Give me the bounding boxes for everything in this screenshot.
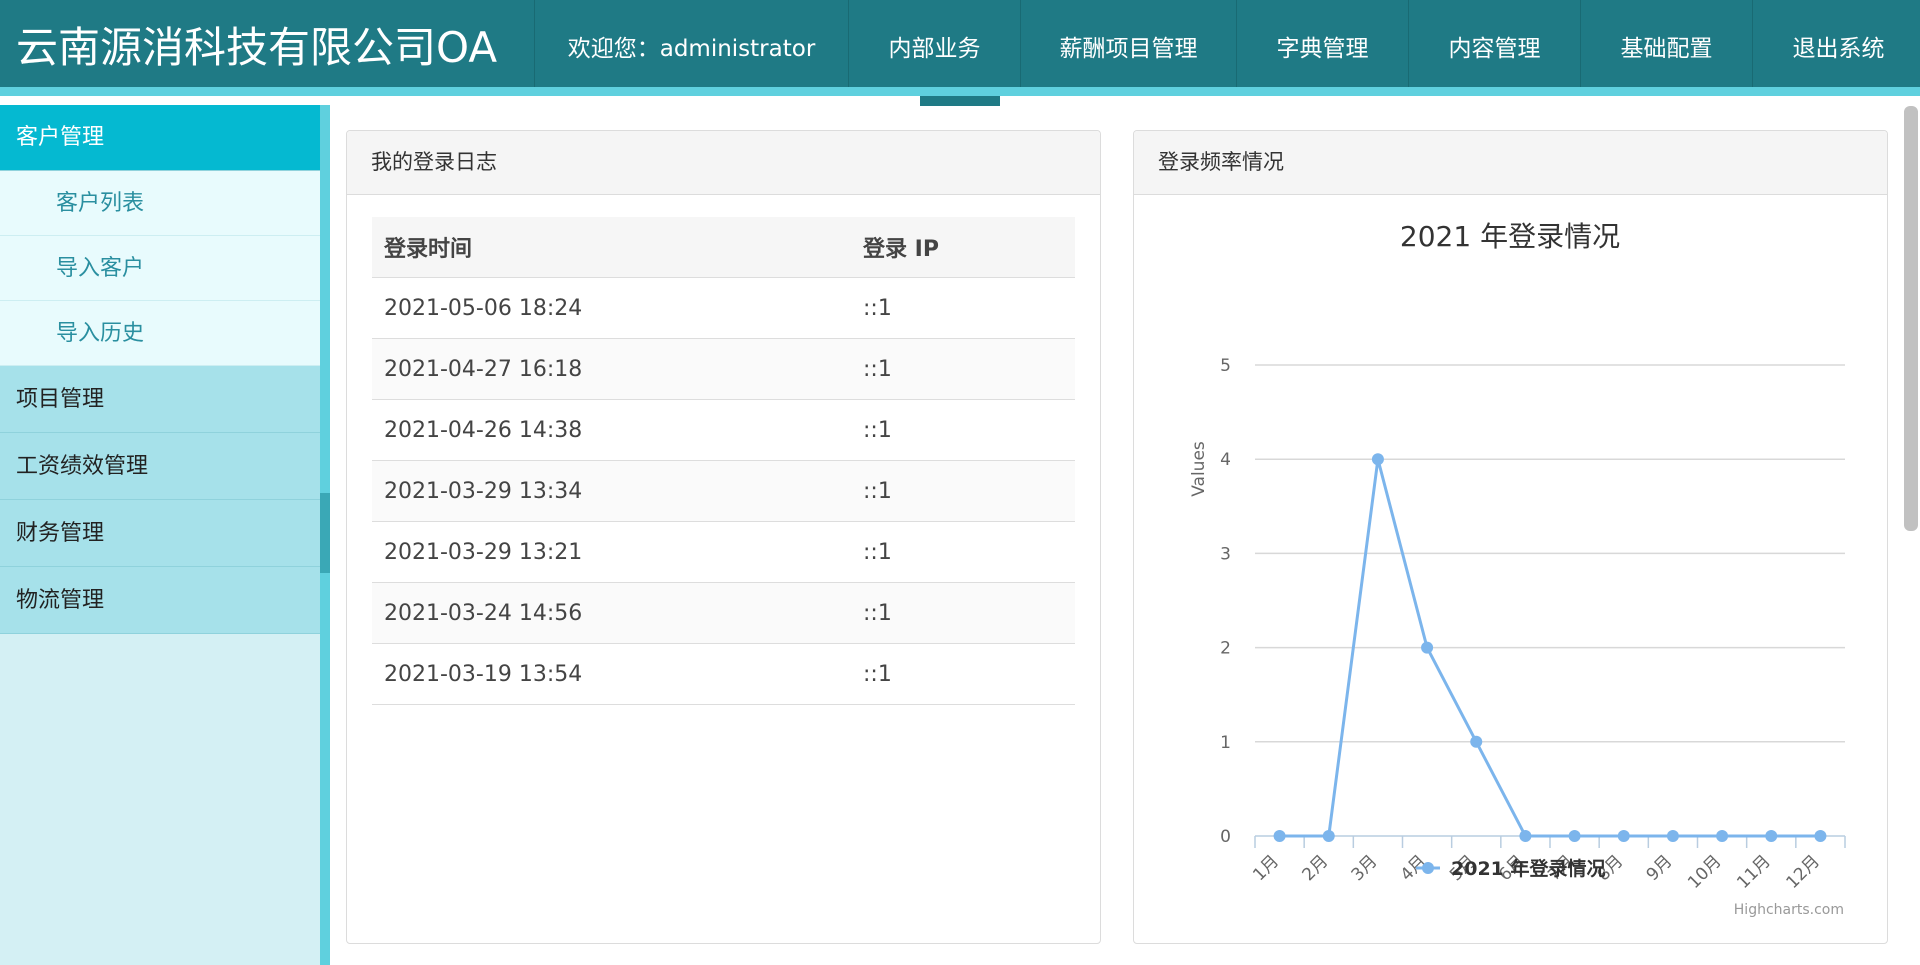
table-row: 2021-03-29 13:34 ::1 bbox=[372, 460, 1075, 522]
top-nav: 欢迎您：administrator 内部业务 薪酬项目管理 字典管理 内容管理 … bbox=[534, 0, 1920, 96]
legend-label: 2021 年登录情况 bbox=[1451, 857, 1606, 880]
data-point[interactable] bbox=[1273, 830, 1286, 842]
y-axis-label: Values bbox=[1189, 441, 1209, 497]
login-frequency-chart: 2021 年登录情况 Values 012345 1月 2月 3月 4月 5月 6月 7月 8… bbox=[1189, 220, 1846, 918]
data-point[interactable] bbox=[1617, 830, 1630, 842]
table-row: 2021-05-06 18:24 ::1 bbox=[372, 277, 1075, 339]
x-tick-label: 12月 bbox=[1782, 851, 1823, 892]
top-header: 云南源消科技有限公司OA 欢迎您：administrator 内部业务 薪酬项目… bbox=[0, 0, 1920, 96]
login-time-cell: 2021-04-27 16:18 bbox=[372, 338, 851, 400]
login-log-table: 登录时间 登录 IP 2021-05-06 18:24 ::1 2021-04-… bbox=[372, 217, 1075, 705]
login-time-cell: 2021-03-24 14:56 bbox=[372, 582, 851, 644]
y-tick-label: 3 bbox=[1220, 544, 1231, 564]
login-ip-cell: ::1 bbox=[851, 399, 1075, 461]
x-tick-label: 1月 bbox=[1249, 851, 1283, 885]
nav-base-config[interactable]: 基础配置 bbox=[1580, 0, 1752, 96]
app-title: 云南源消科技有限公司OA bbox=[16, 23, 498, 72]
login-frequency-panel: 登录频率情况 2021 年登录情况 Values 012345 1月 2月 3月 4月… bbox=[1133, 130, 1888, 944]
sidebar-resize-handle[interactable] bbox=[320, 493, 330, 573]
login-ip-cell: ::1 bbox=[851, 460, 1075, 522]
data-point[interactable] bbox=[1814, 830, 1827, 842]
sidebar-item-import-history[interactable]: 导入历史 bbox=[0, 301, 320, 366]
data-point[interactable] bbox=[1519, 830, 1532, 842]
y-tick-label: 1 bbox=[1220, 733, 1231, 753]
table-row: 2021-03-24 14:56 ::1 bbox=[372, 582, 1075, 644]
nav-logout[interactable]: 退出系统 bbox=[1752, 0, 1920, 96]
login-time-cell: 2021-03-29 13:21 bbox=[372, 521, 851, 583]
legend-marker-dot bbox=[1422, 862, 1434, 874]
data-point[interactable] bbox=[1322, 830, 1335, 842]
y-tick-label: 4 bbox=[1220, 450, 1231, 470]
column-header-login-time: 登录时间 bbox=[372, 217, 851, 278]
chart-legend[interactable]: 2021 年登录情况 bbox=[1416, 857, 1606, 880]
sidebar-group-salary-performance[interactable]: 工资绩效管理 bbox=[0, 433, 320, 500]
chart-title: 2021 年登录情况 bbox=[1400, 220, 1620, 253]
data-point[interactable] bbox=[1568, 830, 1581, 842]
sidebar-group-logistics[interactable]: 物流管理 bbox=[0, 567, 320, 634]
data-point[interactable] bbox=[1716, 830, 1729, 842]
login-ip-cell: ::1 bbox=[851, 582, 1075, 644]
y-tick-label: 5 bbox=[1220, 356, 1231, 376]
sidebar-item-customer-list[interactable]: 客户列表 bbox=[0, 171, 320, 236]
x-tick-label: 9月 bbox=[1643, 851, 1677, 885]
sidebar-item-import-customers[interactable]: 导入客户 bbox=[0, 236, 320, 301]
nav-salary-projects[interactable]: 薪酬项目管理 bbox=[1020, 0, 1236, 96]
header-accent-bar bbox=[0, 87, 1920, 96]
nav-internal-business[interactable]: 内部业务 bbox=[848, 0, 1020, 96]
table-row: 2021-03-29 13:21 ::1 bbox=[372, 521, 1075, 583]
table-row: 2021-04-26 14:38 ::1 bbox=[372, 399, 1075, 461]
login-ip-cell: ::1 bbox=[851, 521, 1075, 583]
sidebar-group-finance[interactable]: 财务管理 bbox=[0, 500, 320, 567]
nav-content[interactable]: 内容管理 bbox=[1408, 0, 1580, 96]
login-log-panel: 我的登录日志 登录时间 登录 IP 2021-05-06 18:24 ::1 2… bbox=[346, 130, 1101, 944]
table-row: 2021-04-27 16:18 ::1 bbox=[372, 338, 1075, 400]
y-tick-label: 2 bbox=[1220, 639, 1231, 659]
data-point[interactable] bbox=[1470, 735, 1483, 748]
welcome-user: 欢迎您：administrator bbox=[534, 0, 848, 96]
data-point[interactable] bbox=[1666, 830, 1679, 842]
login-ip-cell: ::1 bbox=[851, 643, 1075, 705]
x-tick-label: 11月 bbox=[1733, 851, 1774, 892]
x-tick-label: 3月 bbox=[1348, 851, 1382, 885]
x-tick-label: 2月 bbox=[1298, 851, 1332, 885]
login-ip-cell: ::1 bbox=[851, 277, 1075, 339]
table-row: 2021-03-19 13:54 ::1 bbox=[372, 643, 1075, 705]
login-ip-cell: ::1 bbox=[851, 338, 1075, 400]
chart-grid: 0 1 2 3 4 5 bbox=[1220, 356, 1845, 847]
sidebar-group-customers[interactable]: 客户管理 bbox=[0, 105, 320, 171]
x-tick-label: 10月 bbox=[1684, 851, 1725, 892]
chart-credit[interactable]: Highcharts.com bbox=[1734, 902, 1844, 918]
nav-dictionary[interactable]: 字典管理 bbox=[1236, 0, 1408, 96]
login-time-cell: 2021-03-19 13:54 bbox=[372, 643, 851, 705]
page-scrollbar[interactable] bbox=[1904, 106, 1918, 531]
sidebar: 客户管理 客户列表 导入客户 导入历史 项目管理 工资绩效管理 财务管理 物流管… bbox=[0, 105, 320, 965]
login-time-cell: 2021-04-26 14:38 bbox=[372, 399, 851, 461]
nav-active-indicator bbox=[920, 96, 1000, 106]
data-point[interactable] bbox=[1421, 641, 1434, 654]
data-point[interactable] bbox=[1765, 830, 1778, 842]
y-tick-label: 0 bbox=[1220, 827, 1231, 847]
column-header-login-ip: 登录 IP bbox=[851, 217, 1075, 278]
sidebar-group-projects[interactable]: 项目管理 bbox=[0, 366, 320, 433]
table-header-row: 登录时间 登录 IP bbox=[372, 217, 1075, 278]
login-frequency-title: 登录频率情况 bbox=[1134, 131, 1887, 195]
login-log-title: 我的登录日志 bbox=[347, 131, 1100, 195]
login-time-cell: 2021-03-29 13:34 bbox=[372, 460, 851, 522]
login-time-cell: 2021-05-06 18:24 bbox=[372, 277, 851, 339]
data-point[interactable] bbox=[1371, 453, 1384, 466]
